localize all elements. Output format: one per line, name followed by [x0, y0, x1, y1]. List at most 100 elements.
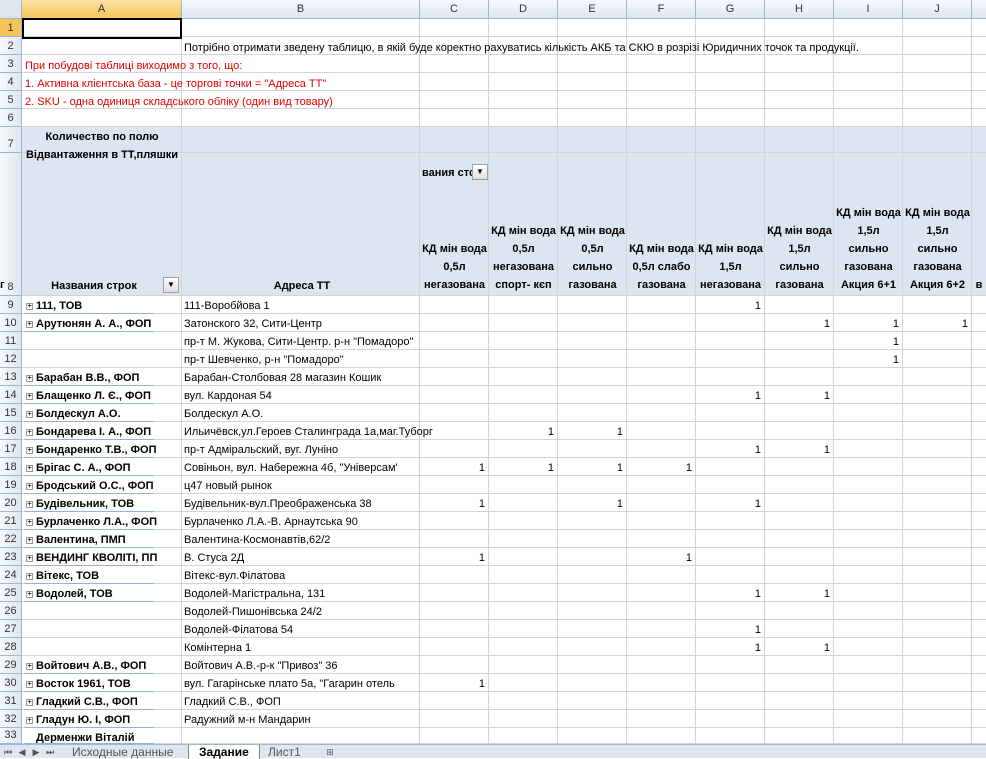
- client-name[interactable]: + Вітекс, ТОВ: [26, 568, 99, 584]
- client-name[interactable]: + Болдескул А.О.: [26, 406, 121, 422]
- expand-icon[interactable]: +: [26, 482, 33, 490]
- row-header-19[interactable]: 19: [0, 476, 22, 494]
- row-header-30[interactable]: 30: [0, 674, 22, 692]
- client-name[interactable]: + Восток 1961, ТОВ: [26, 676, 131, 692]
- tab-task[interactable]: Задание: [188, 745, 260, 759]
- prev-sheet-icon[interactable]: ◀: [16, 746, 28, 758]
- row-header-16[interactable]: 16: [0, 422, 22, 440]
- row-header-14[interactable]: 14: [0, 386, 22, 404]
- client-name[interactable]: + Гладкий С.В., ФОП: [26, 694, 138, 710]
- expand-icon[interactable]: +: [26, 392, 33, 400]
- client-label: Гладун Ю. І, ФОП: [36, 714, 131, 726]
- row-header-4[interactable]: 4: [0, 73, 22, 91]
- column-header-c[interactable]: C: [420, 0, 489, 19]
- row-header-10[interactable]: 10: [0, 314, 22, 332]
- column-header-d[interactable]: D: [489, 0, 558, 19]
- row-header-28[interactable]: 28: [0, 638, 22, 656]
- new-sheet-icon[interactable]: ⊞: [322, 746, 338, 758]
- row-header-1[interactable]: 1: [0, 19, 22, 37]
- expand-icon[interactable]: +: [26, 554, 33, 562]
- client-name[interactable]: + Арутюнян А. А., ФОП: [26, 316, 151, 332]
- row-header-18[interactable]: 18: [0, 458, 22, 476]
- row-header-7[interactable]: 7: [0, 127, 22, 153]
- expand-icon[interactable]: +: [26, 500, 33, 508]
- column-header-j[interactable]: J: [903, 0, 972, 19]
- client-name[interactable]: + Бондаренко Т.В., ФОП: [26, 442, 156, 458]
- row-header-9[interactable]: 9: [0, 296, 22, 314]
- value-cell: 1: [892, 354, 899, 366]
- pivot-row-separator: [24, 421, 154, 422]
- row-header-27[interactable]: 27: [0, 620, 22, 638]
- row-header-5[interactable]: 5: [0, 91, 22, 109]
- expand-icon[interactable]: +: [26, 572, 33, 580]
- expand-icon[interactable]: +: [26, 374, 33, 382]
- next-sheet-icon[interactable]: ▶: [30, 746, 42, 758]
- column-header-k[interactable]: [972, 0, 986, 19]
- expand-icon[interactable]: +: [26, 698, 33, 706]
- expand-icon[interactable]: +: [26, 536, 33, 544]
- first-sheet-icon[interactable]: ⏮: [2, 746, 14, 758]
- last-sheet-icon[interactable]: ⏭: [44, 746, 56, 758]
- row-header-12[interactable]: 12: [0, 350, 22, 368]
- row-header-13[interactable]: 13: [0, 368, 22, 386]
- column-header-f[interactable]: F: [627, 0, 696, 19]
- column-header-e[interactable]: E: [558, 0, 627, 19]
- client-name[interactable]: + Барабан В.В., ФОП: [26, 370, 139, 386]
- expand-icon[interactable]: +: [26, 464, 33, 472]
- column-header-g[interactable]: G: [696, 0, 765, 19]
- select-all-corner[interactable]: [0, 0, 22, 19]
- row-header-17[interactable]: 17: [0, 440, 22, 458]
- client-name[interactable]: + Бурлаченко Л.А., ФОП: [26, 514, 157, 530]
- client-name[interactable]: + Гладун Ю. І, ФОП: [26, 712, 130, 728]
- row-header-21[interactable]: 21: [0, 512, 22, 530]
- expand-icon[interactable]: +: [26, 518, 33, 526]
- client-name[interactable]: + ВЕНДИНГ КВОЛІТІ, ПП: [26, 550, 157, 566]
- tab-sheet1[interactable]: Лист1: [258, 745, 311, 759]
- expand-icon[interactable]: +: [26, 590, 33, 598]
- row-header-6[interactable]: 6: [0, 109, 22, 127]
- expand-icon[interactable]: +: [26, 446, 33, 454]
- column-filter-dropdown-icon[interactable]: ▼: [472, 164, 488, 180]
- expand-icon[interactable]: +: [26, 302, 33, 310]
- row-header-2[interactable]: 2: [0, 37, 22, 55]
- client-name[interactable]: + Войтович А.В., ФОП: [26, 658, 146, 674]
- row-header-3[interactable]: 3: [0, 55, 22, 73]
- row-header-33[interactable]: 33: [0, 728, 22, 744]
- column-header-a[interactable]: A: [22, 0, 182, 19]
- expand-icon[interactable]: +: [26, 680, 33, 688]
- active-cell-a1[interactable]: [22, 18, 182, 39]
- client-name[interactable]: + Бондарева І. А., ФОП: [26, 424, 151, 440]
- spreadsheet-grid[interactable]: ABCDEFGHIJ 1 2 3 4 5 6 7 8 9 10 11 12 13 14 15 16 17 18 19…: [0, 0, 986, 744]
- row-header-23[interactable]: 23: [0, 548, 22, 566]
- client-name[interactable]: + Валентина, ПМП: [26, 532, 126, 548]
- expand-icon[interactable]: +: [26, 662, 33, 670]
- row-header-26[interactable]: 26: [0, 602, 22, 620]
- expand-icon[interactable]: +: [26, 716, 33, 724]
- client-name[interactable]: + Брігас С. А., ФОП: [26, 460, 131, 476]
- row-header-32[interactable]: 32: [0, 710, 22, 728]
- row-header-24[interactable]: 24: [0, 566, 22, 584]
- client-name[interactable]: + Водолей, ТОВ: [26, 586, 113, 602]
- client-label: Будівельник, ТОВ: [36, 498, 135, 510]
- client-name[interactable]: +111, ТОВ: [26, 298, 82, 314]
- column-header-h[interactable]: H: [765, 0, 834, 19]
- row-header-25[interactable]: 25: [0, 584, 22, 602]
- row-header-15[interactable]: 15: [0, 404, 22, 422]
- client-name[interactable]: + Будівельник, ТОВ: [26, 496, 134, 512]
- column-header-b[interactable]: B: [182, 0, 420, 19]
- grid-line: [22, 727, 986, 728]
- expand-icon[interactable]: +: [26, 320, 33, 328]
- column-header-i[interactable]: I: [834, 0, 903, 19]
- client-name[interactable]: + Блащенко Л. Є., ФОП: [26, 388, 151, 404]
- tab-source-data[interactable]: Исходные данные: [62, 745, 183, 759]
- expand-icon[interactable]: +: [26, 428, 33, 436]
- row-header-11[interactable]: 11: [0, 332, 22, 350]
- row-header-29[interactable]: 29: [0, 656, 22, 674]
- row-header-22[interactable]: 22: [0, 530, 22, 548]
- client-name[interactable]: Дерменжи Віталій: [36, 730, 135, 744]
- client-name[interactable]: + Бродський О.С., ФОП: [26, 478, 154, 494]
- row-header-31[interactable]: 31: [0, 692, 22, 710]
- expand-icon[interactable]: +: [26, 410, 33, 418]
- row-header-20[interactable]: 20: [0, 494, 22, 512]
- row-filter-dropdown-icon[interactable]: ▼: [163, 277, 179, 293]
